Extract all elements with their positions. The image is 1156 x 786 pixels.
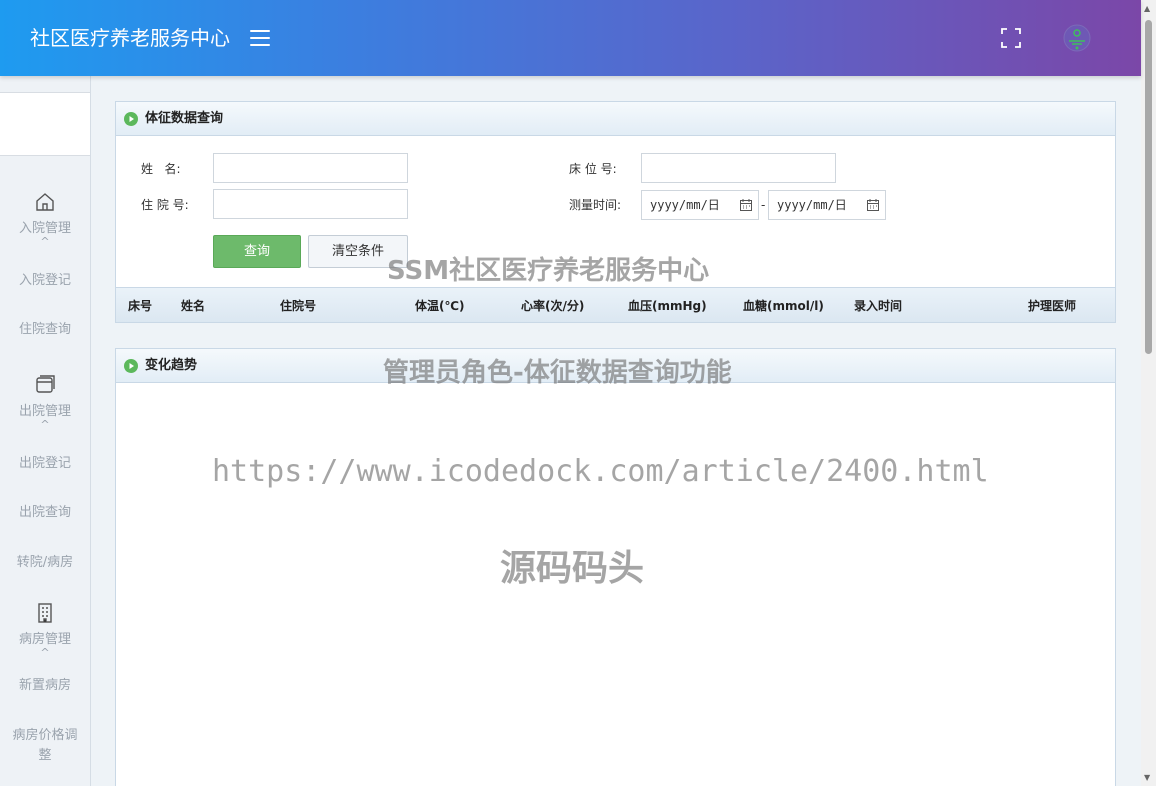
scroll-up-icon[interactable]: ▲: [1144, 4, 1150, 13]
calendar-icon[interactable]: [867, 199, 879, 211]
date-from-value: yyyy/mm/日: [650, 198, 720, 212]
play-circle-icon: [124, 359, 138, 373]
play-circle-icon: [124, 112, 138, 126]
sidebar-item-admission-register[interactable]: 入院登记: [0, 271, 90, 291]
measure-time-label: 测量时间:: [569, 198, 622, 212]
admission-number-label: 住 院 号:: [141, 198, 189, 212]
sidebar: 入院管理 ^ 入院登记 住院查询 出院管理 ^ 出院登记 出院查询 转院/病房 …: [0, 76, 91, 786]
table-header-row: 床号 姓名 住院号 体温(℃) 心率(次/分) 血压(mmHg) 血糖(mmol…: [116, 287, 1115, 323]
name-label: 姓 名:: [141, 162, 181, 176]
caret-up-icon: ^: [40, 646, 50, 659]
trend-panel: 变化趋势: [115, 348, 1116, 786]
calendar-icon[interactable]: [740, 199, 752, 211]
th-temperature: 体温(℃): [415, 299, 465, 313]
sidebar-item-inpatient-query[interactable]: 住院查询: [0, 320, 90, 340]
sidebar-group-ward[interactable]: 病房管理 ^: [0, 602, 90, 658]
scroll-thumb[interactable]: [1145, 20, 1152, 354]
sidebar-item-new-ward[interactable]: 新置病房: [0, 676, 90, 696]
trend-panel-title: 变化趋势: [145, 358, 198, 373]
th-entry-time: 录入时间: [854, 299, 903, 313]
th-nurse: 护理医师: [1028, 299, 1077, 313]
fullscreen-icon[interactable]: [1001, 28, 1021, 48]
query-panel-title: 体征数据查询: [145, 111, 224, 126]
clear-conditions-button[interactable]: 清空条件: [308, 235, 408, 268]
th-name: 姓名: [181, 299, 206, 313]
admission-number-input[interactable]: [213, 189, 408, 219]
sidebar-group-discharge[interactable]: 出院管理 ^: [0, 374, 90, 430]
date-to-value: yyyy/mm/日: [777, 198, 847, 212]
search-button[interactable]: 查询: [213, 235, 301, 268]
page-scrollbar[interactable]: ▲ ▼: [1141, 0, 1156, 786]
trend-panel-header: 变化趋势: [116, 349, 1115, 383]
caret-up-icon: ^: [40, 235, 50, 248]
query-panel: 体征数据查询 姓 名: 床 位 号: 住 院 号: 测量时间: yyyy/mm/…: [115, 101, 1116, 323]
home-icon: [36, 193, 54, 211]
sidebar-blank-area: [0, 92, 90, 156]
sidebar-item-ward-price[interactable]: 病房价格调整: [0, 726, 90, 766]
sidebar-item-discharge-register[interactable]: 出院登记: [0, 454, 90, 474]
bed-number-label: 床 位 号:: [569, 162, 617, 176]
scroll-down-icon[interactable]: ▼: [1144, 773, 1150, 782]
th-heart-rate: 心率(次/分): [521, 299, 585, 313]
sidebar-item-discharge-query[interactable]: 出院查询: [0, 503, 90, 523]
query-panel-header: 体征数据查询: [116, 102, 1115, 136]
th-admission-number: 住院号: [280, 299, 317, 313]
building-icon: [38, 603, 52, 623]
th-blood-sugar: 血糖(mmol/l): [743, 299, 824, 313]
date-from-input[interactable]: yyyy/mm/日: [641, 190, 759, 220]
th-bed: 床号: [128, 299, 153, 313]
bed-number-input[interactable]: [641, 153, 836, 183]
date-to-input[interactable]: yyyy/mm/日: [768, 190, 886, 220]
hamburger-icon[interactable]: [250, 30, 270, 46]
caret-up-icon: ^: [40, 418, 50, 431]
name-input[interactable]: [213, 153, 408, 183]
th-blood-pressure: 血压(mmHg): [628, 299, 707, 313]
date-separator: -: [761, 198, 766, 212]
app-header: 社区医疗养老服务中心: [0, 0, 1141, 76]
sidebar-item-transfer-ward[interactable]: 转院/病房: [0, 553, 90, 573]
sidebar-group-admission[interactable]: 入院管理 ^: [0, 191, 90, 247]
app-title: 社区医疗养老服务中心: [30, 26, 230, 50]
window-icon: [36, 375, 55, 393]
avatar-icon[interactable]: [1063, 24, 1091, 52]
